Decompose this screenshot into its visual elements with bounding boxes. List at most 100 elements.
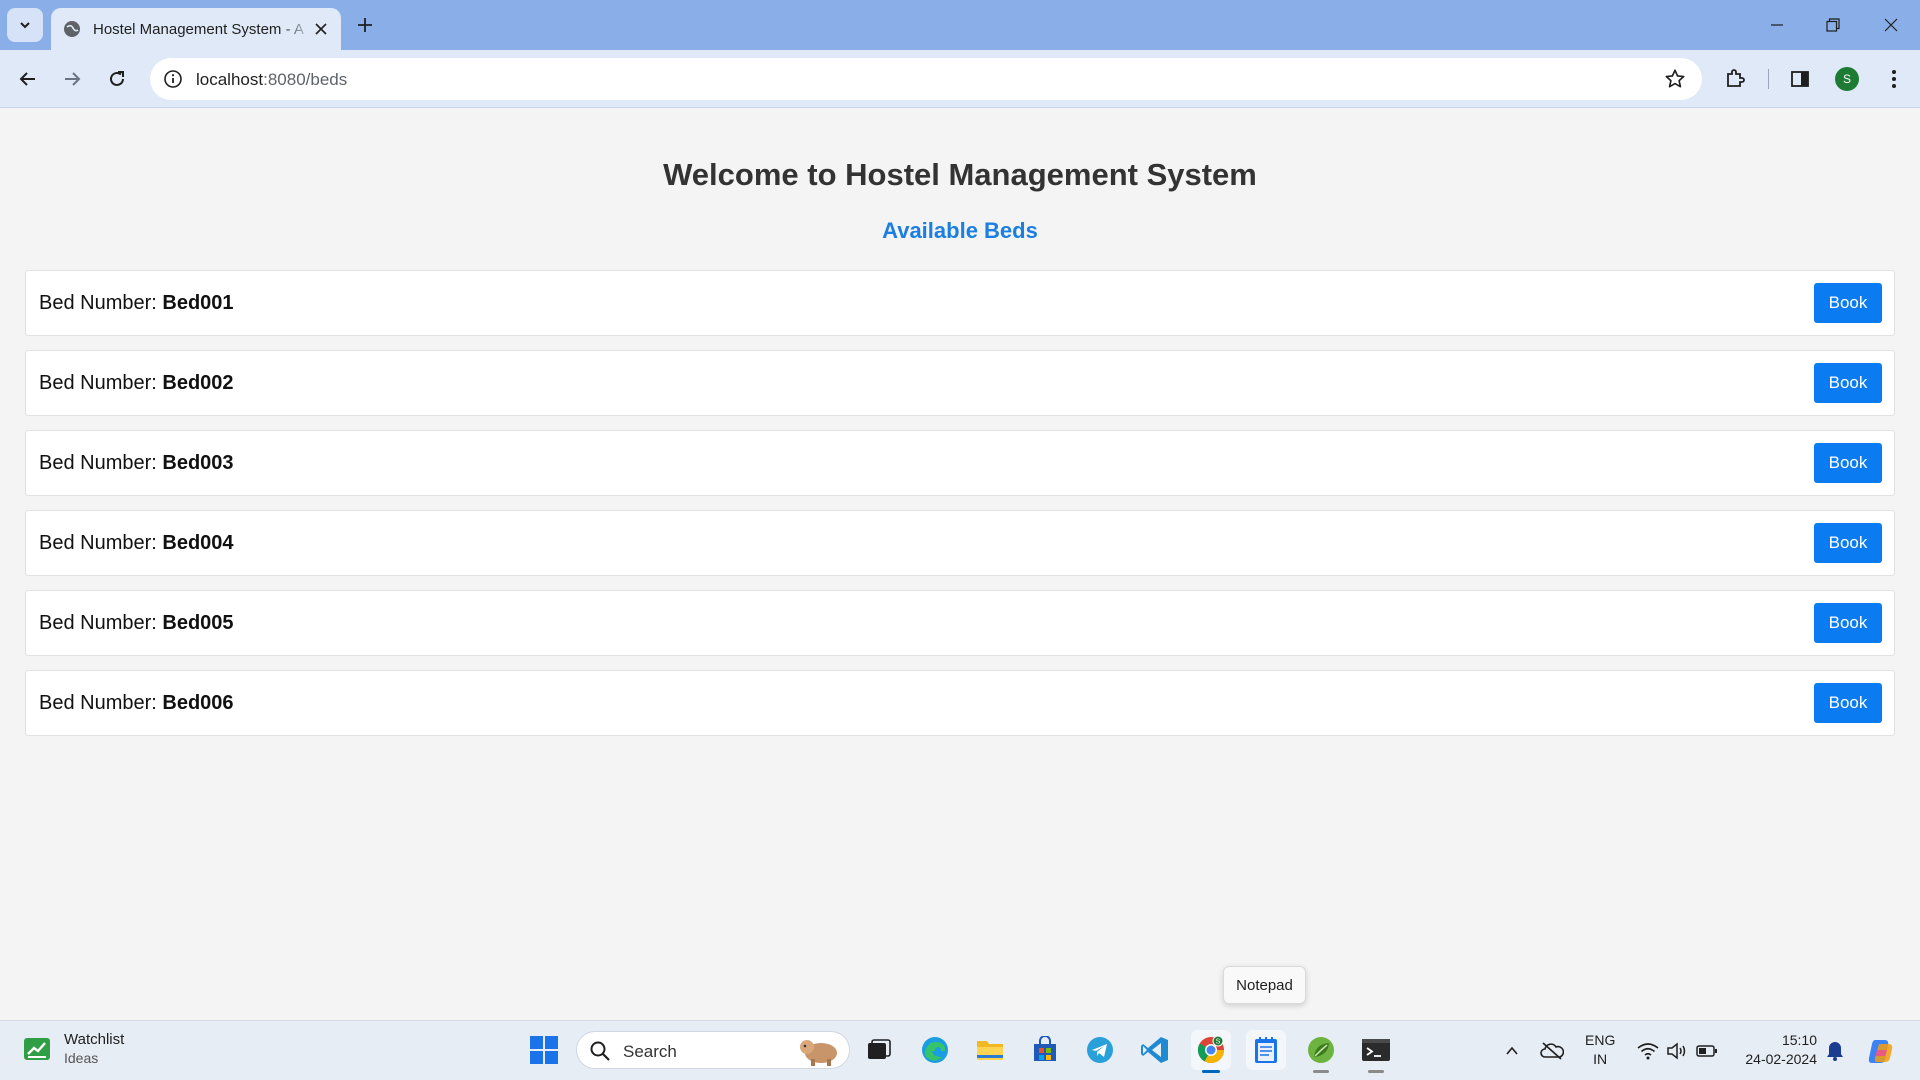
taskbar: Watchlist Ideas Search S ENG IN 15:10 24… xyxy=(0,1020,1920,1080)
bed-label-prefix: Bed Number: xyxy=(39,372,163,394)
page-content: Welcome to Hostel Management System Avai… xyxy=(0,109,1920,1020)
taskbar-search[interactable]: Search xyxy=(576,1031,850,1069)
widget-title: Watchlist xyxy=(64,1031,125,1048)
bed-label: Bed Number: Bed004 xyxy=(39,532,234,555)
browser-tab-bar: Hostel Management System - A xyxy=(0,0,1920,50)
bed-label: Bed Number: Bed001 xyxy=(39,292,234,315)
bed-list: Bed Number: Bed001 Book Bed Number: Bed0… xyxy=(25,270,1895,750)
chevron-up-icon xyxy=(1506,1046,1518,1055)
page-subtitle: Available Beds xyxy=(882,218,1038,243)
spring-icon xyxy=(1308,1037,1334,1063)
reload-button[interactable] xyxy=(101,63,133,95)
close-icon xyxy=(315,23,327,35)
menu-icon xyxy=(1892,70,1896,88)
address-bar[interactable]: localhost:8080/beds xyxy=(150,58,1702,100)
widget-subtitle: Ideas xyxy=(64,1050,99,1066)
minimize-button[interactable] xyxy=(1762,10,1792,40)
terminal-icon xyxy=(1362,1039,1390,1061)
file-explorer-button[interactable] xyxy=(970,1030,1010,1070)
tab-search-icon xyxy=(20,22,30,29)
edge-button[interactable] xyxy=(915,1030,955,1070)
page-title: Welcome to Hostel Management System xyxy=(663,157,1257,192)
vscode-button[interactable] xyxy=(1135,1030,1175,1070)
close-icon xyxy=(1884,18,1898,32)
info-icon[interactable] xyxy=(163,69,183,89)
browser-tab[interactable]: Hostel Management System - A xyxy=(51,8,341,50)
widgets-button[interactable]: Watchlist Ideas xyxy=(22,1030,124,1068)
profile-avatar[interactable]: S xyxy=(1835,67,1859,91)
wifi-button[interactable] xyxy=(1636,1039,1660,1063)
bed-label: Bed Number: Bed002 xyxy=(39,372,234,395)
system-clock[interactable]: 15:10 24-02-2024 xyxy=(1735,1031,1817,1069)
copilot-button[interactable] xyxy=(1866,1036,1896,1066)
bed-label-prefix: Bed Number: xyxy=(39,532,163,554)
bell-icon xyxy=(1827,1042,1843,1061)
telegram-button[interactable] xyxy=(1080,1030,1120,1070)
search-highlight-icon xyxy=(800,1040,837,1066)
onedrive-icon xyxy=(1540,1042,1564,1060)
bed-label-prefix: Bed Number: xyxy=(39,692,163,714)
browser-menu-button[interactable] xyxy=(1880,65,1908,93)
clock-time: 15:10 xyxy=(1781,1032,1817,1048)
volume-button[interactable] xyxy=(1665,1039,1689,1063)
running-app-indicator xyxy=(1313,1070,1329,1073)
bed-list-item: Bed Number: Bed001 Book xyxy=(25,270,1895,336)
bed-number: Bed001 xyxy=(162,292,234,314)
url-host: localhost xyxy=(196,70,264,89)
vscode-icon xyxy=(1141,1037,1168,1063)
bed-label: Bed Number: Bed003 xyxy=(39,452,234,475)
book-button[interactable]: Book xyxy=(1814,523,1882,563)
tab-close-button[interactable] xyxy=(311,19,331,39)
book-button[interactable]: Book xyxy=(1814,363,1882,403)
back-button[interactable] xyxy=(12,63,44,95)
chrome-button[interactable]: S xyxy=(1191,1030,1231,1073)
side-panel-icon xyxy=(1791,71,1809,87)
bed-number: Bed003 xyxy=(162,452,234,474)
bed-label: Bed Number: Bed005 xyxy=(39,612,234,635)
spring-tool-button[interactable] xyxy=(1301,1030,1341,1073)
new-tab-button[interactable] xyxy=(352,12,378,38)
telegram-icon xyxy=(1087,1037,1113,1063)
terminal-button[interactable] xyxy=(1356,1030,1396,1073)
side-panel-button[interactable] xyxy=(1786,65,1814,93)
notifications-button[interactable] xyxy=(1823,1039,1847,1063)
globe-icon xyxy=(64,21,80,37)
book-button[interactable]: Book xyxy=(1814,283,1882,323)
book-button[interactable]: Book xyxy=(1814,443,1882,483)
book-button[interactable]: Book xyxy=(1814,683,1882,723)
bed-list-item: Bed Number: Bed002 Book xyxy=(25,350,1895,416)
region-code: IN xyxy=(1593,1051,1608,1067)
notepad-icon xyxy=(1255,1037,1277,1063)
task-view-button[interactable] xyxy=(859,1030,899,1070)
bed-label-prefix: Bed Number: xyxy=(39,612,163,634)
show-hidden-icons-button[interactable] xyxy=(1500,1039,1524,1063)
close-window-button[interactable] xyxy=(1876,10,1906,40)
toolbar-separator xyxy=(1768,69,1769,89)
bed-list-item: Bed Number: Bed003 Book xyxy=(25,430,1895,496)
start-button[interactable] xyxy=(524,1030,564,1070)
volume-icon xyxy=(1667,1042,1686,1060)
bed-list-item: Bed Number: Bed004 Book xyxy=(25,510,1895,576)
url-path: :8080/beds xyxy=(263,70,348,89)
battery-button[interactable] xyxy=(1695,1039,1719,1063)
search-placeholder: Search xyxy=(623,1042,677,1061)
forward-button[interactable] xyxy=(56,63,88,95)
bed-number: Bed006 xyxy=(162,692,234,714)
extensions-icon xyxy=(1727,69,1745,87)
tab-title: Hostel Management System - A xyxy=(93,20,304,38)
search-icon xyxy=(590,1041,610,1061)
input-language-indicator[interactable]: ENG IN xyxy=(1585,1031,1615,1069)
chrome-icon: S xyxy=(1197,1035,1225,1064)
store-button[interactable] xyxy=(1025,1030,1065,1070)
plus-icon xyxy=(358,18,372,32)
copilot-icon xyxy=(1868,1040,1893,1063)
extensions-button[interactable] xyxy=(1721,65,1749,93)
windows-start-icon xyxy=(530,1036,558,1064)
bed-list-item: Bed Number: Bed005 Book xyxy=(25,590,1895,656)
restore-button[interactable] xyxy=(1818,10,1848,40)
onedrive-button[interactable] xyxy=(1540,1039,1564,1063)
notepad-button[interactable] xyxy=(1246,1030,1286,1070)
star-icon[interactable] xyxy=(1664,68,1686,90)
tab-search-button[interactable] xyxy=(7,8,43,42)
book-button[interactable]: Book xyxy=(1814,603,1882,643)
